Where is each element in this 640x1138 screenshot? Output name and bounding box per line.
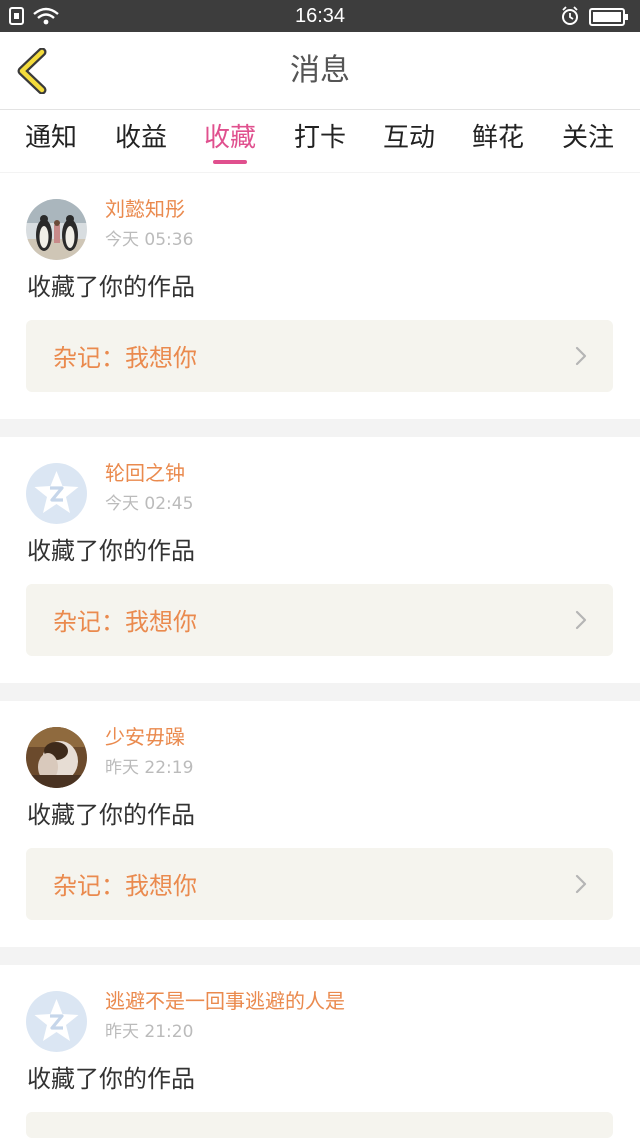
active-tab-indicator	[213, 160, 247, 164]
message-card: 少安毋躁 昨天 22:19 收藏了你的作品 杂记：我想你	[0, 701, 640, 947]
tab-favorites[interactable]: 收藏	[185, 110, 275, 172]
action-text: 收藏了你的作品	[27, 537, 195, 565]
work-title: 杂记：我想你	[53, 872, 197, 900]
tab-label: 收益	[114, 123, 167, 153]
timestamp: 昨天 22:19	[105, 758, 194, 778]
timestamp: 今天 05:36	[105, 230, 194, 250]
work-title: 杂记：我想你	[53, 344, 197, 372]
avatar[interactable]	[26, 727, 87, 788]
tab-bar: 通知 收益 收藏 打卡 互动 鲜花 关注	[0, 110, 640, 172]
avatar[interactable]	[26, 463, 87, 524]
tab-follows[interactable]: 关注	[543, 110, 633, 172]
tab-label: 收藏	[203, 123, 256, 153]
message-card: 逃避不是一回事逃避的人是 昨天 21:20 收藏了你的作品	[0, 965, 640, 1138]
status-bar: 16:34	[0, 0, 640, 32]
username[interactable]: 刘懿知彤	[105, 193, 185, 222]
tab-earnings[interactable]: 收益	[96, 110, 186, 172]
avatar[interactable]	[26, 991, 87, 1052]
message-card: 轮回之钟 今天 02:45 收藏了你的作品 杂记：我想你	[0, 437, 640, 683]
work-link[interactable]: 杂记：我想你	[26, 584, 613, 656]
action-text: 收藏了你的作品	[27, 1065, 195, 1093]
avatar[interactable]	[26, 199, 87, 260]
default-star-avatar-icon	[26, 991, 87, 1052]
username[interactable]: 少安毋躁	[105, 721, 185, 750]
tab-interactions[interactable]: 互动	[364, 110, 454, 172]
chevron-right-icon	[575, 346, 587, 366]
message-card: 刘懿知彤 今天 05:36 收藏了你的作品 杂记：我想你	[0, 173, 640, 419]
timestamp: 今天 02:45	[105, 494, 194, 514]
portrait-photo-icon	[26, 727, 87, 788]
work-link[interactable]: 杂记：我想你	[26, 320, 613, 392]
action-text: 收藏了你的作品	[27, 801, 195, 829]
tab-label: 鲜花	[471, 123, 524, 153]
tab-notifications[interactable]: 通知	[6, 110, 96, 172]
username[interactable]: 轮回之钟	[105, 457, 185, 486]
work-link[interactable]	[26, 1112, 613, 1138]
tab-label: 通知	[24, 123, 77, 153]
default-star-avatar-icon	[26, 463, 87, 524]
app-header: 消息	[0, 32, 640, 110]
status-right-icons	[560, 5, 632, 31]
action-text: 收藏了你的作品	[27, 273, 195, 301]
chevron-right-icon	[575, 874, 587, 894]
work-link[interactable]: 杂记：我想你	[26, 848, 613, 920]
penguins-photo-icon	[26, 199, 87, 260]
alarm-battery-icon	[562, 6, 628, 26]
username[interactable]: 逃避不是一回事逃避的人是	[105, 985, 345, 1014]
timestamp: 昨天 21:20	[105, 1022, 194, 1042]
tab-label: 互动	[382, 123, 435, 153]
chevron-right-icon	[575, 610, 587, 630]
tab-flowers[interactable]: 鲜花	[453, 110, 543, 172]
work-title: 杂记：我想你	[53, 608, 197, 636]
tab-checkin[interactable]: 打卡	[275, 110, 365, 172]
tab-label: 打卡	[293, 123, 346, 153]
tab-label: 关注	[561, 123, 614, 153]
status-time: 16:34	[294, 5, 346, 27]
page-title: 消息	[290, 53, 350, 88]
